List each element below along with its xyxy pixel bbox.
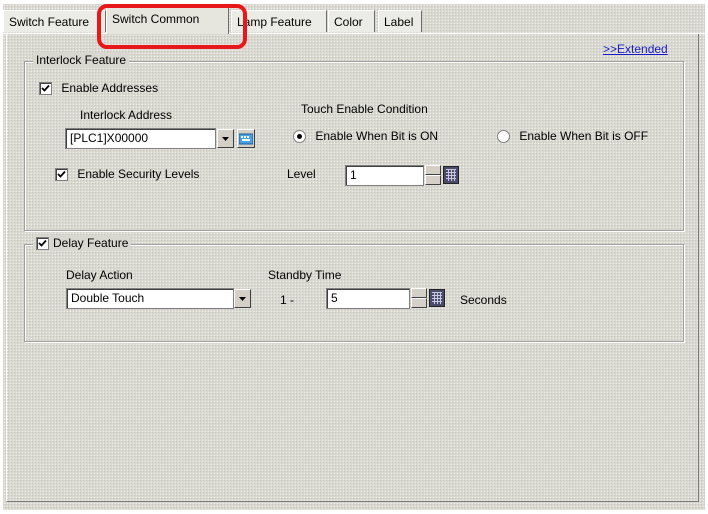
enable-addresses-checkbox[interactable]: Enable Addresses (39, 81, 159, 96)
chevron-down-icon (239, 296, 246, 301)
interlock-address-value: [PLC1]X00000 (70, 131, 149, 145)
enable-addresses-label: Enable Addresses (61, 81, 159, 95)
standby-time-spinner[interactable] (411, 288, 427, 309)
spin-up-icon[interactable] (425, 165, 441, 175)
enable-security-check-icon (55, 168, 68, 182)
spin-up-icon[interactable] (411, 288, 427, 298)
level-spinner[interactable] (425, 165, 441, 186)
tab-color[interactable]: Color (328, 10, 375, 32)
standby-range-prefix: 1 - (280, 293, 295, 307)
enable-security-levels-checkbox[interactable]: Enable Security Levels (55, 167, 200, 182)
address-dropdown-button[interactable] (217, 129, 234, 148)
spin-down-icon[interactable] (411, 298, 427, 308)
delay-title-text: Delay Feature (53, 236, 129, 250)
radio-on-icon (293, 130, 306, 144)
tab-highlight-annotation (97, 4, 247, 49)
seconds-label: Seconds (460, 293, 507, 307)
delay-feature-title[interactable]: Delay Feature (33, 236, 132, 250)
radio-off-icon (497, 130, 510, 144)
radio-enable-when-off[interactable]: Enable When Bit is OFF (497, 129, 649, 144)
touch-enable-condition-label: Touch Enable Condition (301, 102, 428, 116)
delay-action-dropdown-button[interactable] (234, 289, 251, 308)
standby-keypad-icon[interactable] (429, 289, 445, 307)
standby-time-label: Standby Time (268, 268, 342, 282)
enable-security-label: Enable Security Levels (77, 167, 200, 181)
chevron-down-icon (222, 136, 229, 141)
tab-label[interactable]: Label (378, 10, 422, 32)
standby-time-input[interactable]: 5 (326, 288, 410, 309)
interlock-address-label: Interlock Address (80, 108, 173, 122)
delay-action-select[interactable]: Double Touch (66, 288, 234, 309)
level-keypad-icon[interactable] (443, 166, 459, 184)
keyboard-icon (239, 133, 253, 144)
interlock-title-text: Interlock Feature (36, 53, 127, 67)
delay-action-value: Double Touch (71, 291, 145, 305)
interlock-address-combo[interactable]: [PLC1]X00000 (65, 128, 216, 149)
address-keypad-button[interactable] (237, 129, 255, 148)
delay-feature-check-icon (36, 236, 49, 250)
spin-down-icon[interactable] (425, 175, 441, 185)
level-input[interactable]: 1 (345, 165, 424, 186)
radio-on-label: Enable When Bit is ON (315, 129, 439, 143)
tab-switch-feature[interactable]: Switch Feature (3, 10, 106, 32)
extended-link[interactable]: >>Extended (603, 42, 668, 56)
standby-time-value: 5 (331, 291, 338, 305)
properties-dialog: Switch Feature Switch Common Lamp Featur… (3, 4, 705, 510)
radio-enable-when-on[interactable]: Enable When Bit is ON (293, 129, 439, 144)
enable-addresses-check-icon (39, 82, 52, 96)
radio-off-label: Enable When Bit is OFF (519, 129, 649, 143)
level-value: 1 (350, 168, 357, 182)
interlock-feature-title: Interlock Feature (33, 53, 130, 67)
delay-action-label: Delay Action (66, 268, 133, 282)
level-label: Level (287, 167, 316, 181)
